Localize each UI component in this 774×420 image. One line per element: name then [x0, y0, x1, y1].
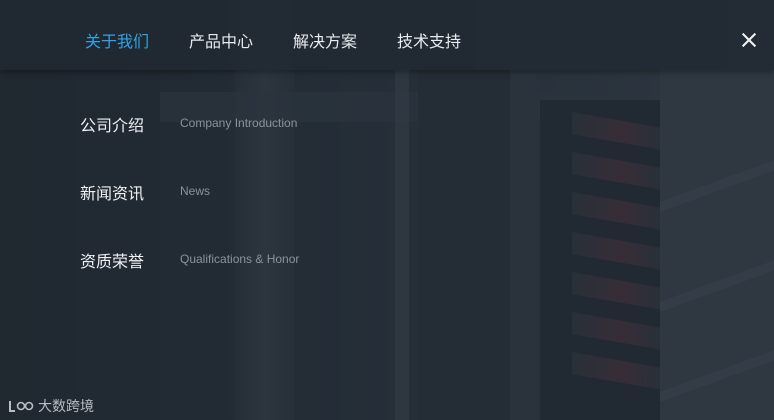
main-nav: 关于我们 产品中心 解决方案 技术支持 — [85, 0, 501, 80]
submenu-item-subtitle: Company Introduction — [180, 116, 298, 130]
submenu-item-title: 资质荣誉 — [80, 252, 145, 271]
submenu-item-subtitle: Qualifications & Honor — [180, 252, 300, 266]
watermark: 大数跨境 — [8, 396, 94, 416]
top-navigation-bar: 关于我们 产品中心 解决方案 技术支持 — [0, 0, 774, 70]
submenu-item-title: 新闻资讯 — [80, 184, 145, 203]
nav-item-products[interactable]: 产品中心 — [189, 28, 253, 52]
watermark-text: 大数跨境 — [38, 399, 94, 415]
close-icon[interactable] — [739, 30, 759, 50]
submenu-item-title: 公司介绍 — [80, 116, 145, 135]
submenu-item-subtitle: News — [180, 184, 211, 198]
nav-item-about[interactable]: 关于我们 — [85, 28, 149, 52]
nav-item-support[interactable]: 技术支持 — [397, 28, 461, 52]
nav-item-solutions[interactable]: 解决方案 — [293, 28, 357, 52]
watermark-logo-icon — [9, 401, 34, 412]
